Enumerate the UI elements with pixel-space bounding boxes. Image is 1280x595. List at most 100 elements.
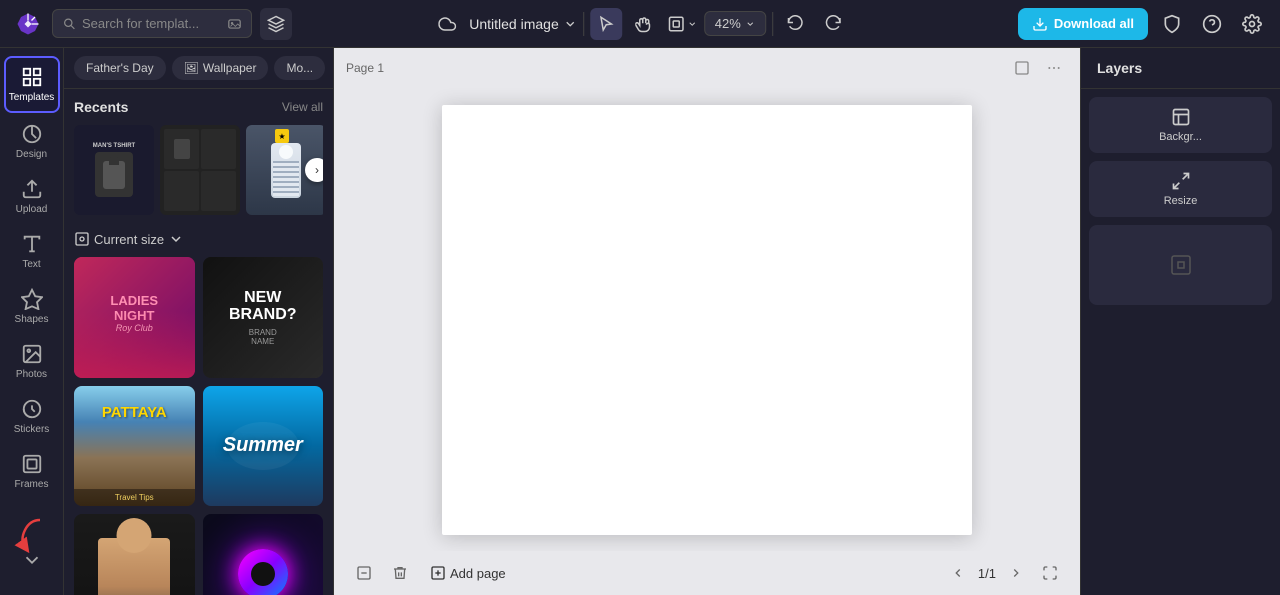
- text-icon: [21, 233, 43, 255]
- add-page-label: Add page: [450, 566, 506, 581]
- schedule-icon-btn[interactable]: [260, 8, 292, 40]
- tag-wallpaper[interactable]: 🖼 Wallpaper: [172, 56, 269, 80]
- recent-thumb-2[interactable]: [160, 125, 240, 215]
- canvas-top-icons: [1008, 54, 1068, 82]
- panel-scroll[interactable]: Recents View all MAN'S TSHIRT: [64, 89, 333, 595]
- redo-btn[interactable]: [817, 8, 849, 40]
- search-bar[interactable]: [52, 9, 252, 38]
- help-icon-btn[interactable]: [1196, 8, 1228, 40]
- tag-more[interactable]: Mo...: [274, 56, 325, 80]
- image-search-icon[interactable]: [228, 17, 241, 31]
- right-panel: Layers Backgr... Resize: [1080, 48, 1280, 595]
- add-page-btn[interactable]: Add page: [422, 561, 514, 585]
- template-card-person[interactable]: [74, 514, 195, 595]
- template-card-ladies-night[interactable]: LADIES NIGHT Roy Club: [74, 257, 195, 378]
- sidebar-upload-label: Upload: [16, 204, 48, 215]
- recents-section-header: Recents View all: [74, 99, 323, 115]
- sidebar-frames-label: Frames: [15, 479, 49, 490]
- shield-icon-btn[interactable]: [1156, 8, 1188, 40]
- prev-page-btn[interactable]: [946, 561, 970, 585]
- shapes-icon: [21, 288, 43, 310]
- stickers-icon: [21, 398, 43, 420]
- document-title[interactable]: Untitled image: [469, 16, 577, 32]
- template-card-pattaya[interactable]: PATTAYA Travel Tips: [74, 386, 195, 507]
- background-tool-icon: [1171, 107, 1191, 127]
- template-card-neon[interactable]: [203, 514, 324, 595]
- panel-tags: Father's Day 🖼 Wallpaper Mo...: [64, 48, 333, 89]
- sidebar-item-shapes[interactable]: Shapes: [4, 280, 60, 333]
- template-grid: LADIES NIGHT Roy Club NEW BRAND?: [74, 257, 323, 595]
- hand-tool-btn[interactable]: [628, 8, 660, 40]
- canvas-bottom-bar: Add page 1/1: [334, 551, 1080, 595]
- sidebar-item-frames[interactable]: Frames: [4, 445, 60, 498]
- recents-title: Recents: [74, 99, 128, 115]
- canvas-page[interactable]: [442, 105, 972, 535]
- left-panel: Father's Day 🖼 Wallpaper Mo... Recents V…: [64, 48, 334, 595]
- page-label: Page 1: [346, 61, 384, 75]
- download-all-button[interactable]: Download all: [1018, 8, 1148, 40]
- recents-row: MAN'S TSHIRT: [74, 125, 323, 215]
- layer-preview[interactable]: [1089, 225, 1272, 305]
- arrow-indicator: [10, 515, 50, 555]
- zoom-dropdown-icon: [745, 19, 755, 29]
- download-icon: [1032, 16, 1048, 32]
- sidebar-item-stickers[interactable]: Stickers: [4, 390, 60, 443]
- background-tool[interactable]: Backgr...: [1089, 97, 1272, 153]
- frames-icon: [21, 453, 43, 475]
- expand-canvas-btn[interactable]: [1036, 559, 1064, 587]
- page-nav: 1/1: [946, 559, 1064, 587]
- sidebar-item-upload[interactable]: Upload: [4, 170, 60, 223]
- design-icon: [21, 123, 43, 145]
- title-dropdown-icon: [563, 17, 577, 31]
- canvas-area: Page 1: [334, 48, 1080, 595]
- next-page-btn[interactable]: [1004, 561, 1028, 585]
- page-counter: 1/1: [978, 566, 996, 581]
- sidebar-item-photos[interactable]: Photos: [4, 335, 60, 388]
- templates-icon: [21, 66, 43, 88]
- zoom-control[interactable]: 42%: [704, 11, 766, 36]
- topbar-right: Download all: [1018, 8, 1268, 40]
- view-all-link[interactable]: View all: [282, 100, 323, 114]
- add-page-icon: [430, 565, 446, 581]
- canvas-more-icon[interactable]: [1040, 54, 1068, 82]
- sidebar-item-templates[interactable]: Templates: [4, 56, 60, 113]
- sidebar-item-design[interactable]: Design: [4, 115, 60, 168]
- resize-label: Resize: [1164, 195, 1198, 207]
- sidebar-templates-label: Templates: [9, 92, 55, 103]
- size-filter[interactable]: Current size: [74, 231, 323, 247]
- recent-thumb-1[interactable]: MAN'S TSHIRT: [74, 125, 154, 215]
- delete-page-icon[interactable]: [386, 559, 414, 587]
- layers-panel-body: Backgr... Resize: [1081, 89, 1280, 595]
- canvas-wrapper: [334, 88, 1080, 551]
- sidebar-stickers-label: Stickers: [14, 424, 50, 435]
- sidebar-design-label: Design: [16, 149, 47, 160]
- tag-fathers-day[interactable]: Father's Day: [74, 56, 166, 80]
- layer-preview-icon: [1169, 253, 1193, 277]
- size-filter-icon: [74, 231, 90, 247]
- sidebar-shapes-label: Shapes: [15, 314, 49, 325]
- cloud-save-btn[interactable]: [431, 8, 463, 40]
- app-logo[interactable]: [12, 8, 44, 40]
- main-layout: Templates Design Upload: [0, 48, 1280, 595]
- sidebar-photos-label: Photos: [16, 369, 47, 380]
- template-card-new-brand[interactable]: NEW BRAND? BRAND NAME: [203, 257, 324, 378]
- frame-tool-btn[interactable]: [666, 8, 698, 40]
- bottom-left-tools: Add page: [350, 559, 514, 587]
- canvas-frame-icon[interactable]: [1008, 54, 1036, 82]
- recents-next-arrow[interactable]: ›: [305, 158, 323, 182]
- page-settings-icon[interactable]: [350, 559, 378, 587]
- topbar: Untitled image: [0, 0, 1280, 48]
- sidebar-text-label: Text: [22, 259, 40, 270]
- sidebar-item-text[interactable]: Text: [4, 225, 60, 278]
- canvas-top-bar: Page 1: [334, 48, 1080, 88]
- select-tool-btn[interactable]: [590, 8, 622, 40]
- undo-btn[interactable]: [779, 8, 811, 40]
- background-label: Backgr...: [1159, 131, 1202, 143]
- upload-icon: [21, 178, 43, 200]
- search-input[interactable]: [82, 16, 222, 31]
- left-sidebar: Templates Design Upload: [0, 48, 64, 595]
- template-card-summer[interactable]: Summer: [203, 386, 324, 507]
- search-icon: [63, 17, 76, 31]
- settings-icon-btn[interactable]: [1236, 8, 1268, 40]
- resize-tool[interactable]: Resize: [1089, 161, 1272, 217]
